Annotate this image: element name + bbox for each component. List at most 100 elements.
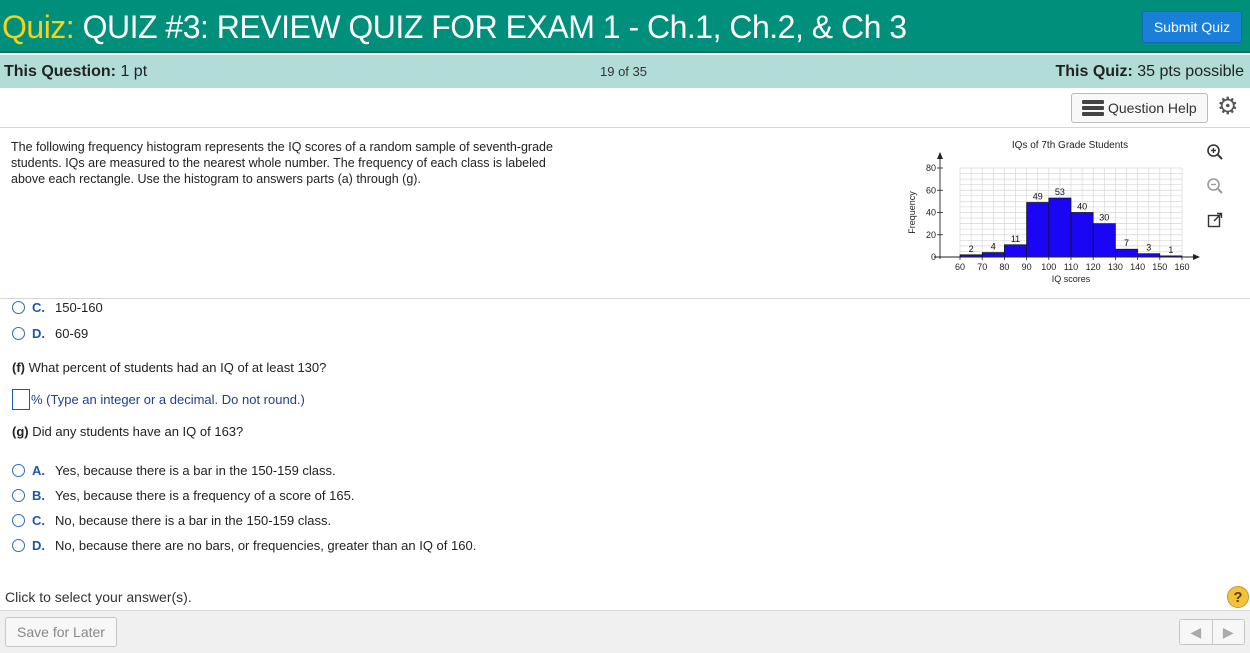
bar-value-label: 11 <box>1011 234 1020 244</box>
question-help-button[interactable]: Question Help <box>1071 93 1208 123</box>
x-tick-label: 130 <box>1108 262 1123 272</box>
previous-arrow-icon[interactable]: ◀ <box>1180 620 1213 644</box>
part-g-option-c[interactable]: C. No, because there is a bar in the 150… <box>12 513 331 528</box>
content-divider <box>0 298 1250 299</box>
bar-value-label: 1 <box>1168 245 1173 255</box>
x-axis-label: IQ scores <box>1052 274 1091 284</box>
histogram-bar <box>1070 212 1094 258</box>
part-g-option-b[interactable]: B. Yes, because there is a frequency of … <box>12 488 354 503</box>
histogram-bar <box>1137 253 1161 258</box>
y-axis-arrow <box>937 152 943 159</box>
part-g-question: (g) Did any students have an IQ of 163? <box>12 424 243 439</box>
quiz-title: Quiz: QUIZ #3: REVIEW QUIZ FOR EXAM 1 - … <box>2 9 907 46</box>
open-external-icon[interactable] <box>1204 209 1226 231</box>
bar-value-label: 4 <box>991 242 996 252</box>
histogram-bar <box>981 252 1005 258</box>
option-text: Yes, because there is a bar in the 150-1… <box>55 463 336 478</box>
histogram-svg: IQs of 7th Grade Students2 41149 5340307 3 1… <box>907 140 1200 284</box>
option-letter: A. <box>32 463 45 478</box>
part-f-label: (f) <box>12 360 25 375</box>
y-tick-label: 20 <box>926 230 936 240</box>
toolbar-divider <box>0 127 1250 128</box>
question-points-label: This Question: <box>4 63 116 80</box>
x-tick-label: 140 <box>1130 262 1145 272</box>
x-tick-label: 60 <box>955 262 965 272</box>
x-tick-label: 90 <box>1022 262 1032 272</box>
radio-button[interactable] <box>12 327 25 340</box>
histogram-bar <box>1004 244 1027 258</box>
chart-title: IQs of 7th Grade Students <box>1012 140 1128 151</box>
part-e-option-d[interactable]: D. 60-69 <box>12 326 88 341</box>
x-tick-label: 160 <box>1174 262 1189 272</box>
question-intro: The following frequency histogram repres… <box>11 140 553 186</box>
option-text: Yes, because there is a frequency of a s… <box>55 488 355 503</box>
radio-button[interactable] <box>12 539 25 552</box>
histogram-bar <box>1026 202 1050 258</box>
bar-value-label: 53 <box>1055 187 1065 197</box>
option-text: 150-160 <box>55 300 103 315</box>
question-progress: 19 of 35 <box>600 64 647 79</box>
radio-button[interactable] <box>12 464 25 477</box>
next-arrow-icon[interactable]: ▶ <box>1213 620 1245 644</box>
y-tick-label: 40 <box>926 208 936 218</box>
bar-value-label: 30 <box>1099 213 1109 223</box>
quiz-title-bar: Quiz: QUIZ #3: REVIEW QUIZ FOR EXAM 1 - … <box>0 0 1250 53</box>
zoom-out-icon[interactable] <box>1204 175 1226 197</box>
save-for-later-button[interactable]: Save for Later <box>5 617 117 647</box>
quiz-points-value: 35 pts possible <box>1137 63 1244 80</box>
radio-button[interactable] <box>12 514 25 527</box>
radio-button[interactable] <box>12 301 25 314</box>
x-tick-label: 110 <box>1064 262 1078 272</box>
bar-value-label: 40 <box>1077 202 1087 212</box>
histogram-bar <box>1092 223 1116 258</box>
part-f-text: What percent of students had an IQ of at… <box>28 360 327 375</box>
x-tick-label: 100 <box>1041 262 1056 272</box>
help-question-icon[interactable]: ? <box>1227 586 1249 608</box>
x-tick-label: 80 <box>999 262 1009 272</box>
percent-answer-input[interactable] <box>12 389 30 410</box>
histogram-chart: IQs of 7th Grade Students 2 4 11 49 53 40 30 7 3 1… <box>900 135 1200 295</box>
option-text: No, because there are no bars, or freque… <box>55 538 477 553</box>
option-text: No, because there is a bar in the 150-15… <box>55 513 332 528</box>
quiz-prefix: Quiz: <box>2 9 75 45</box>
quiz-points-label: This Quiz: <box>1055 63 1133 80</box>
histogram-bar <box>1048 197 1072 258</box>
bottom-bar <box>0 610 1250 653</box>
question-points: This Question: 1 pt <box>4 63 147 81</box>
bar-value-label: 49 <box>1033 191 1043 201</box>
y-tick-label: 60 <box>926 185 936 195</box>
x-tick-label: 150 <box>1152 262 1167 272</box>
quiz-points: This Quiz: 35 pts possible <box>1055 63 1244 81</box>
option-letter: C. <box>32 513 45 528</box>
histogram-bar <box>1115 248 1138 258</box>
y-tick-label: 0 <box>931 252 936 262</box>
question-points-value: 1 pt <box>120 63 148 80</box>
list-icon <box>1082 100 1104 116</box>
answer-instruction: Click to select your answer(s). <box>5 589 192 605</box>
option-text: 60-69 <box>55 326 89 341</box>
radio-button[interactable] <box>12 489 25 502</box>
y-axis-label: Frequency <box>907 191 917 234</box>
part-f-question: (f) What percent of students had an IQ o… <box>12 360 326 375</box>
bar-value-label: 2 <box>969 244 974 254</box>
part-g-text: Did any students have an IQ of 163? <box>32 424 244 439</box>
gear-icon[interactable]: ⚙ <box>1217 95 1239 119</box>
x-tick-label: 70 <box>977 262 987 272</box>
quiz-title-text: QUIZ #3: REVIEW QUIZ FOR EXAM 1 - Ch.1, … <box>82 9 907 45</box>
zoom-in-icon[interactable] <box>1204 141 1226 163</box>
part-g-option-a[interactable]: A. Yes, because there is a bar in the 15… <box>12 463 336 478</box>
x-tick-label: 120 <box>1086 262 1101 272</box>
part-g-label: (g) <box>12 424 29 439</box>
bar-value-label: 3 <box>1146 243 1151 253</box>
option-letter: C. <box>32 300 45 315</box>
option-letter: D. <box>32 326 45 341</box>
part-e-option-c[interactable]: C. 150-160 <box>12 300 103 315</box>
option-letter: D. <box>32 538 45 553</box>
bar-value-label: 7 <box>1124 238 1129 248</box>
submit-quiz-button[interactable]: Submit Quiz <box>1142 11 1242 43</box>
part-g-option-d[interactable]: D. No, because there are no bars, or fre… <box>12 538 476 553</box>
question-help-label: Question Help <box>1108 100 1197 116</box>
option-letter: B. <box>32 488 45 503</box>
question-info-bar: This Question: 1 pt 19 of 35 This Quiz: … <box>0 55 1250 88</box>
y-tick-label: 80 <box>926 163 936 173</box>
